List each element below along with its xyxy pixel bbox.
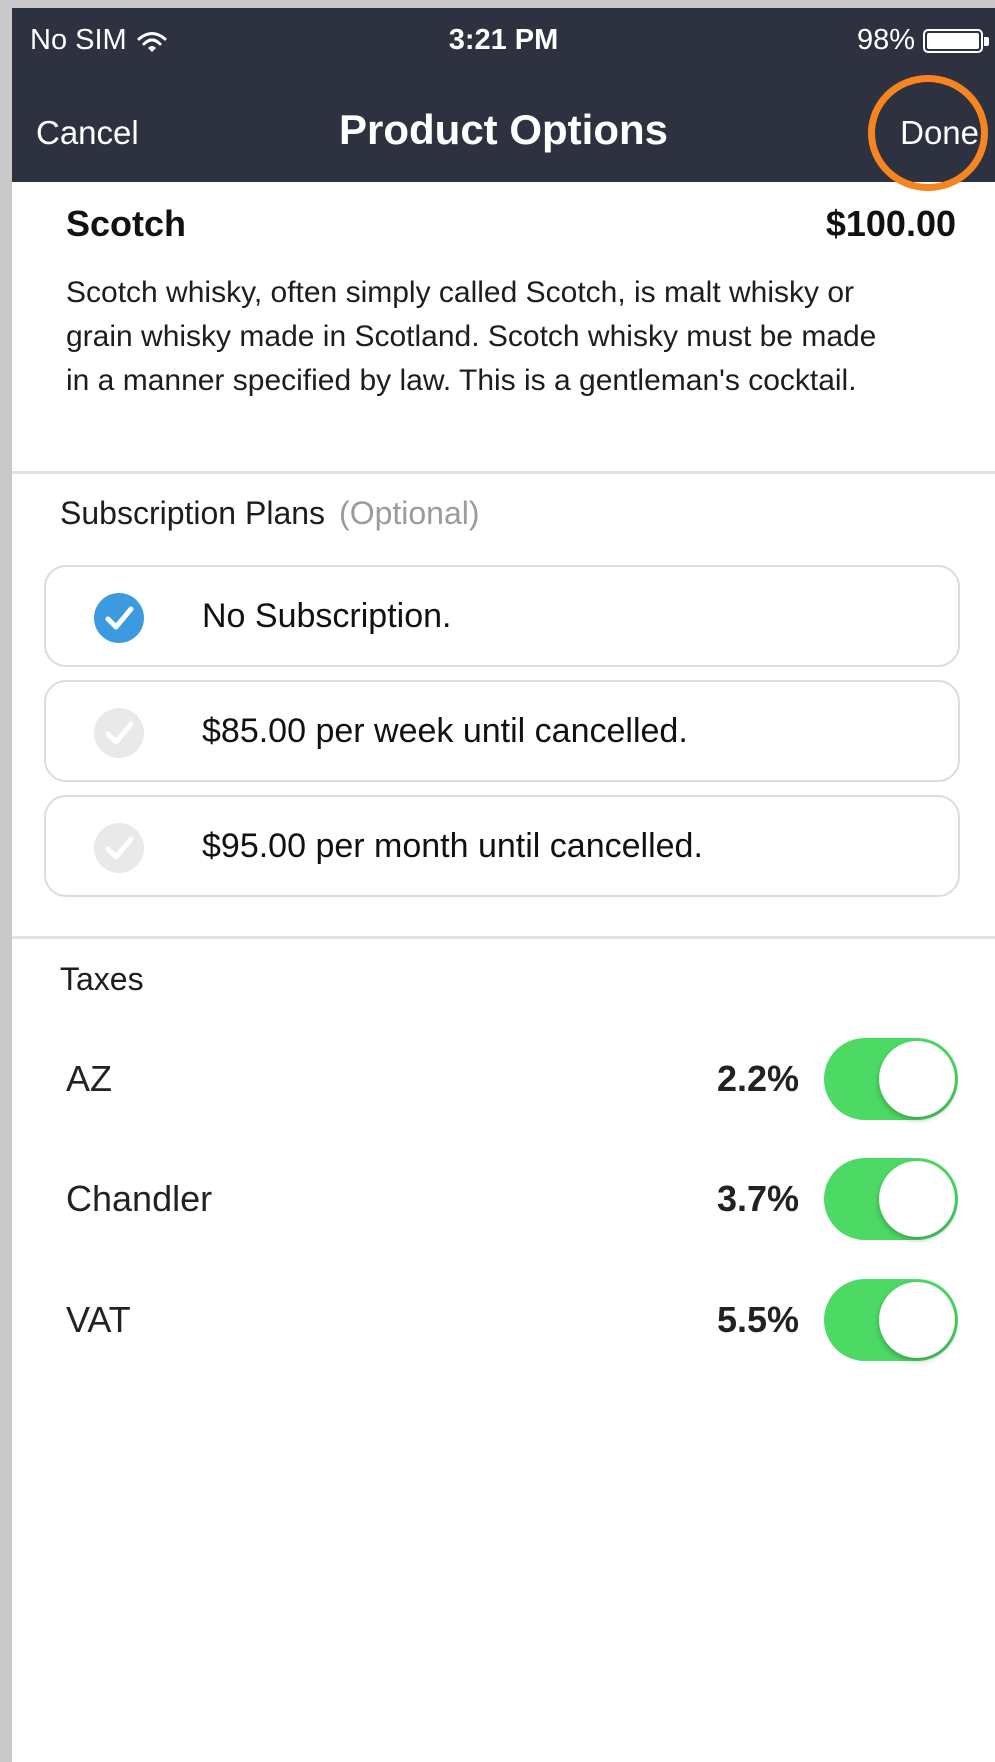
page-title: Product Options xyxy=(339,106,668,153)
tax-toggle-chandler[interactable] xyxy=(824,1158,958,1240)
checkmark-icon xyxy=(94,593,144,643)
battery-icon xyxy=(923,28,989,53)
app-screen: No SIM 3:21 PM 98% Cancel Product Option… xyxy=(12,8,995,1762)
tax-toggle-vat[interactable] xyxy=(824,1279,958,1361)
status-bar: No SIM 3:21 PM 98% xyxy=(12,8,995,78)
subscription-option-none[interactable]: No Subscription. xyxy=(44,565,960,667)
divider xyxy=(12,936,995,939)
status-time: 3:21 PM xyxy=(448,24,559,56)
done-button[interactable]: Done xyxy=(900,114,979,152)
subscription-plans-label: Subscription Plans xyxy=(60,495,326,531)
navigation-header: No SIM 3:21 PM 98% Cancel Product Option… xyxy=(12,8,995,191)
tax-toggle-az[interactable] xyxy=(824,1038,958,1120)
tax-name: AZ xyxy=(66,1058,113,1099)
plan-label: No Subscription. xyxy=(202,597,452,635)
tax-row-chandler: Chandler 3.7% xyxy=(12,1154,995,1244)
tax-row-az: AZ 2.2% xyxy=(12,1034,995,1124)
subscription-option-monthly[interactable]: $95.00 per month until cancelled. xyxy=(44,795,960,897)
product-name: Scotch xyxy=(66,203,187,244)
product-price: $100.00 xyxy=(825,203,956,244)
product-description: Scotch whisky, often simply called Scotc… xyxy=(66,276,877,397)
subscription-option-weekly[interactable]: $85.00 per week until cancelled. xyxy=(44,680,960,782)
status-battery: 98% xyxy=(856,24,989,57)
tax-row-vat: VAT 5.5% xyxy=(12,1275,995,1365)
tax-rate: 5.5% xyxy=(716,1299,799,1340)
checkmark-icon xyxy=(94,823,144,873)
optional-note: (Optional) xyxy=(339,495,480,531)
tax-name: Chandler xyxy=(66,1178,213,1219)
tax-rate: 2.2% xyxy=(716,1058,799,1099)
tax-name: VAT xyxy=(66,1299,131,1340)
divider xyxy=(12,471,995,474)
tax-rate: 3.7% xyxy=(716,1178,799,1219)
plan-label: $85.00 per week until cancelled. xyxy=(202,712,688,750)
plan-label: $95.00 per month until cancelled. xyxy=(202,827,703,865)
battery-percent: 98% xyxy=(856,24,915,56)
checkmark-icon xyxy=(94,708,144,758)
subscription-plans-heading: Subscription Plans (Optional) xyxy=(60,495,480,532)
taxes-heading: Taxes xyxy=(60,961,144,997)
